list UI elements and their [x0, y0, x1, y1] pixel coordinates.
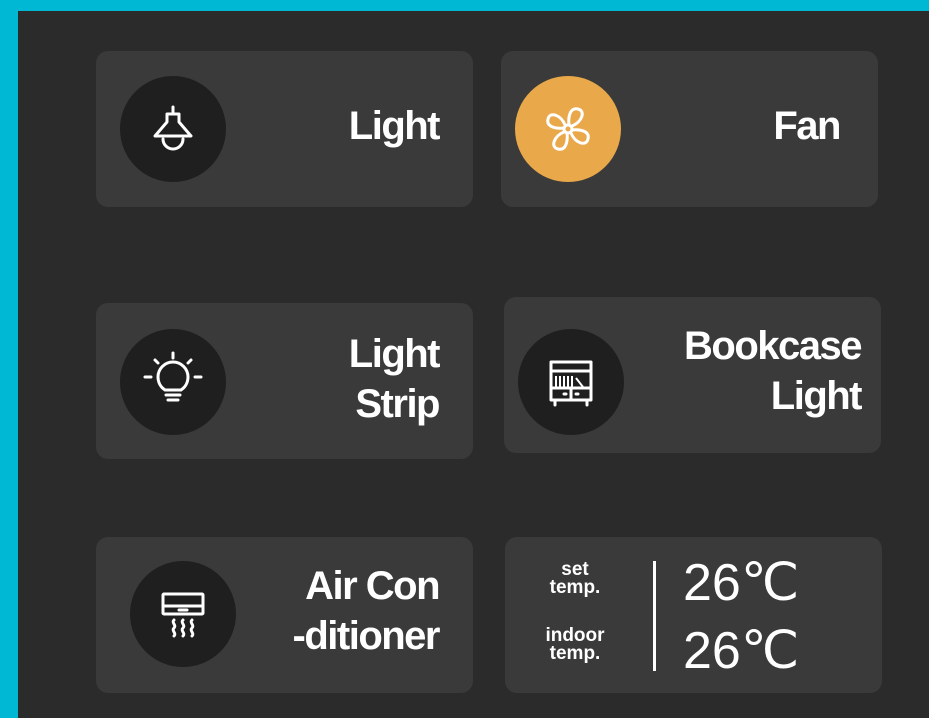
fan-label: Fan [773, 104, 841, 148]
air-conditioner-tile[interactable]: Air Con -ditioner [96, 537, 473, 693]
temperature-tile[interactable]: set temp. indoor temp. 26℃ 26℃ [505, 537, 882, 693]
fan-tile[interactable]: Fan [501, 51, 878, 207]
light-label: Light [348, 104, 441, 148]
light-strip-tile[interactable]: Light Strip [96, 303, 473, 459]
bookcase-light-tile[interactable]: Bookcase Light [504, 297, 881, 453]
temp-divider [653, 561, 656, 671]
indoor-temp-label: indoor temp. [545, 625, 605, 664]
set-temp-label: set temp. [549, 559, 601, 598]
indoor-temp-value: 26℃ [683, 622, 800, 680]
device-panel: Light Fan Light Strip Bookcase Light Air… [18, 11, 929, 718]
bookcase-light-label: Bookcase Light [684, 324, 862, 418]
bookcase-light-icon-circle [518, 329, 624, 435]
ceiling-lamp-icon [153, 105, 193, 151]
bookcase-icon [549, 360, 593, 407]
air-conditioner-label: Air Con -ditioner [292, 564, 441, 658]
air-conditioner-icon-circle [130, 561, 236, 667]
light-strip-label: Light Strip [348, 332, 441, 426]
light-icon-circle [120, 76, 226, 182]
bulb-icon [143, 351, 203, 402]
fan-icon [546, 107, 590, 151]
light-strip-icon-circle [120, 329, 226, 435]
set-temp-value: 26℃ [683, 554, 800, 612]
fan-icon-circle [515, 76, 621, 182]
light-tile[interactable]: Light [96, 51, 473, 207]
air-conditioner-icon [161, 592, 205, 638]
